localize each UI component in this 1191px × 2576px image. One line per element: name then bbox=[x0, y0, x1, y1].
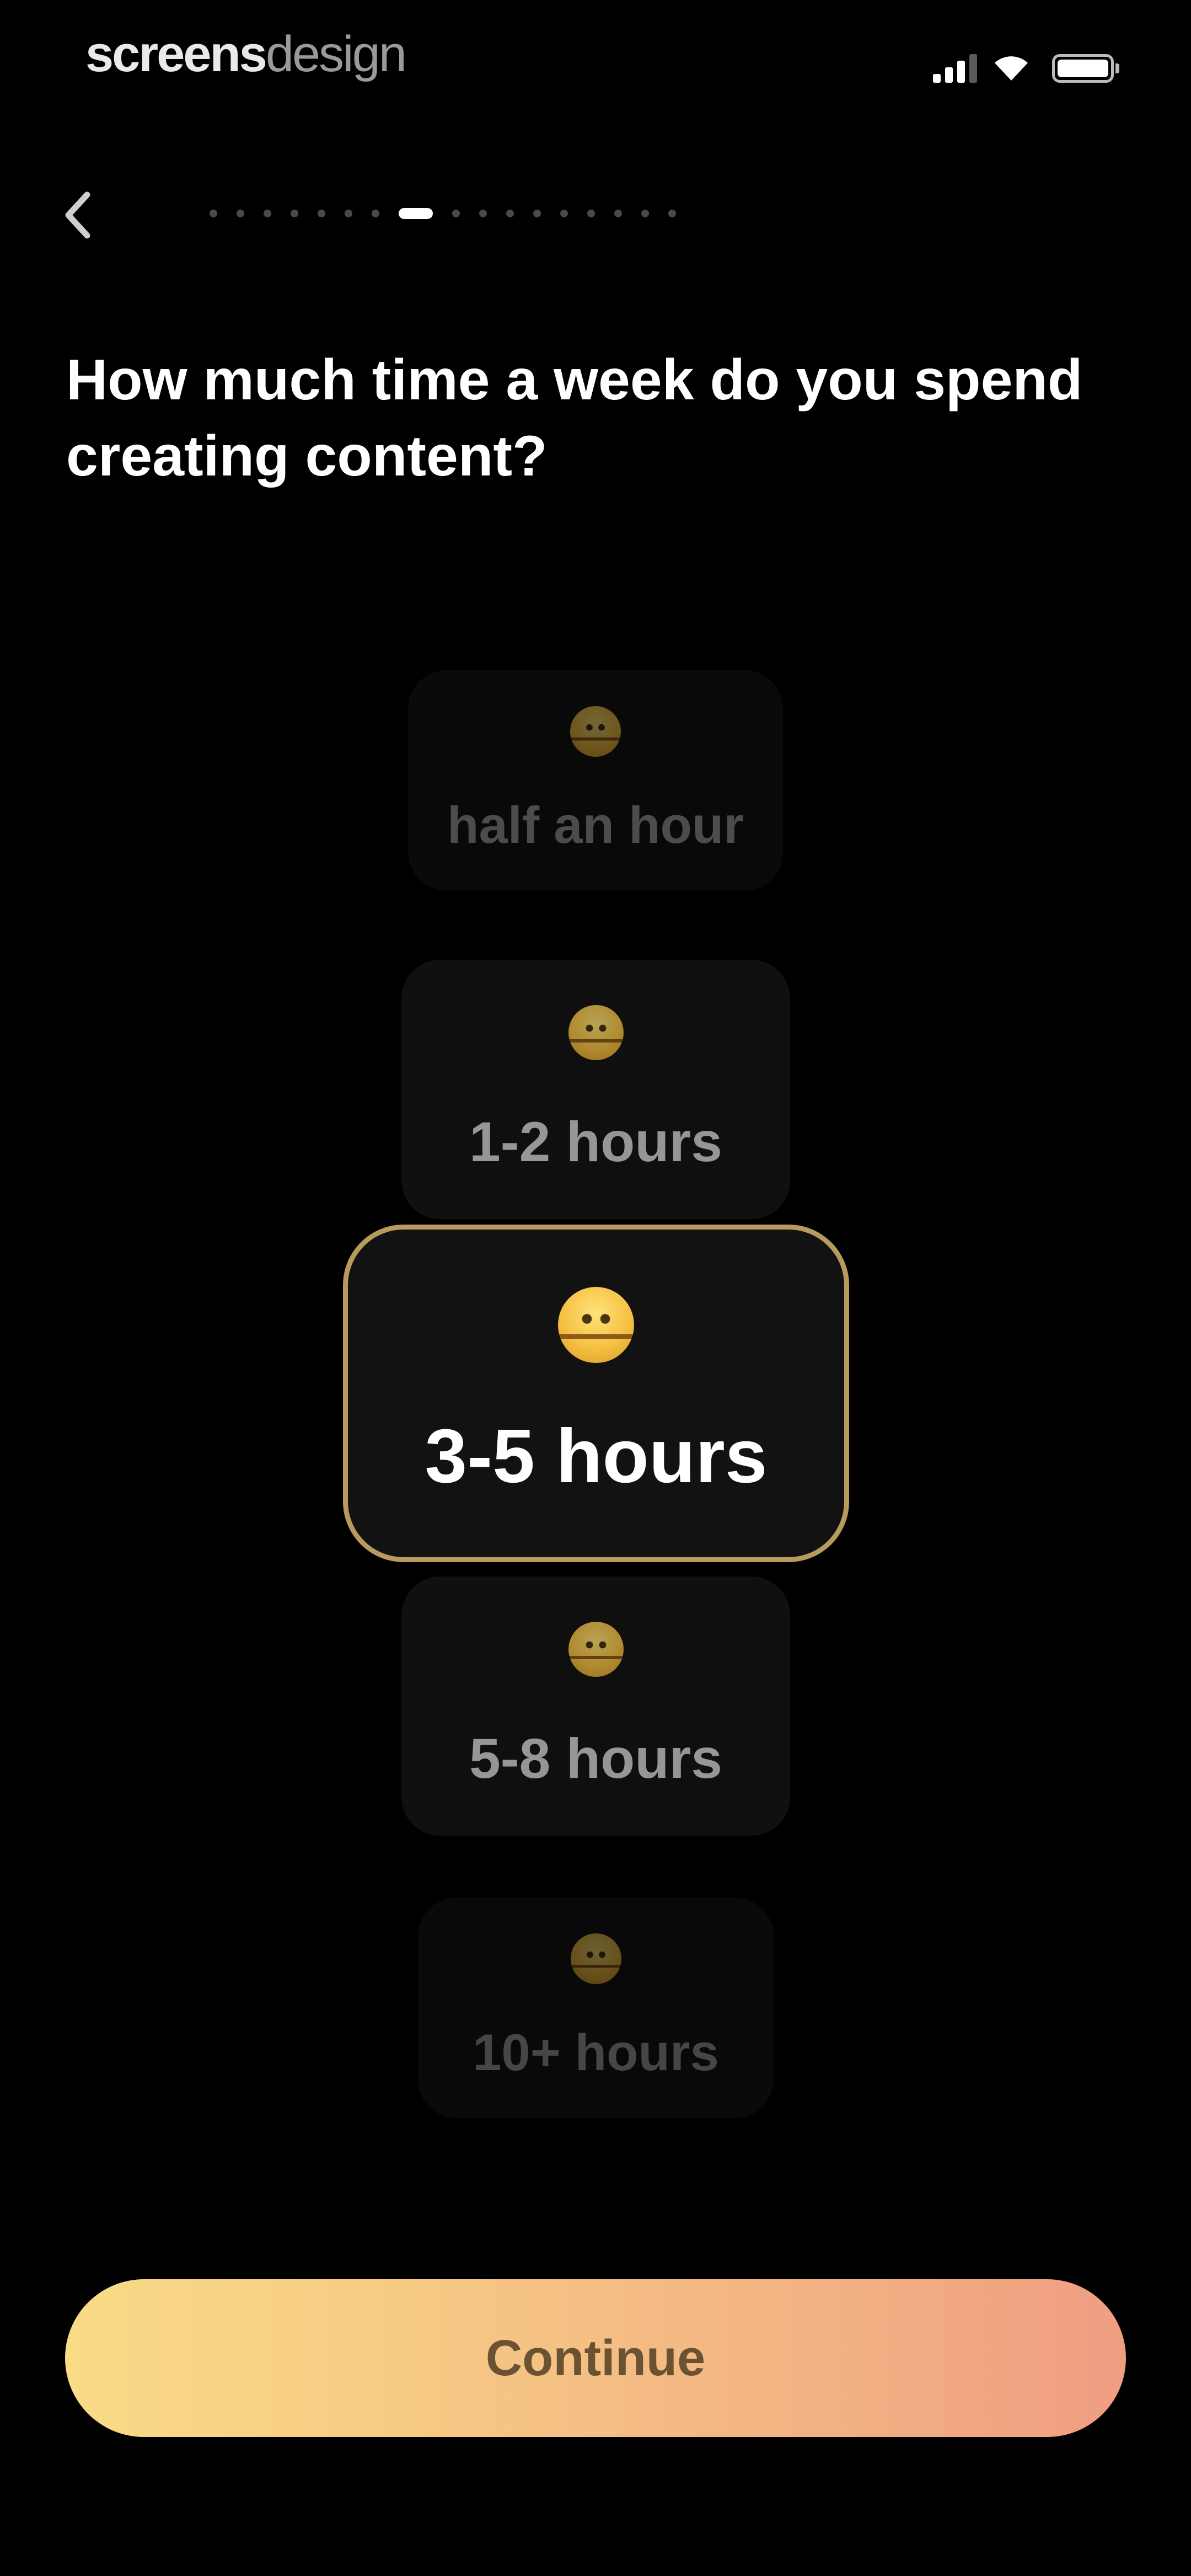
wifi-icon bbox=[995, 56, 1028, 81]
progress-step bbox=[506, 210, 514, 217]
option-half-an-hour[interactable]: half an hour bbox=[408, 670, 783, 891]
option-label: half an hour bbox=[447, 796, 744, 854]
progress-indicator bbox=[210, 205, 783, 222]
option-label: 10+ hours bbox=[473, 2023, 719, 2081]
progress-step-active bbox=[399, 208, 433, 219]
emoji-face-icon bbox=[558, 1286, 634, 1363]
progress-step bbox=[587, 210, 595, 217]
back-button[interactable] bbox=[52, 182, 102, 248]
watermark-light-text: design bbox=[265, 26, 407, 82]
emoji-face-icon bbox=[568, 1004, 624, 1060]
option-label: 1-2 hours bbox=[469, 1110, 723, 1173]
progress-step bbox=[452, 210, 460, 217]
watermark-bold-text: screens bbox=[85, 26, 267, 82]
option-label: 3-5 hours bbox=[425, 1413, 768, 1499]
progress-step bbox=[237, 210, 244, 217]
progress-step bbox=[560, 210, 568, 217]
emoji-face-icon bbox=[570, 706, 621, 757]
progress-step bbox=[264, 210, 271, 217]
option-label: 5-8 hours bbox=[469, 1727, 723, 1790]
progress-step bbox=[668, 210, 676, 217]
option-5-8-hours[interactable]: 5-8 hours bbox=[401, 1576, 790, 1836]
progress-step bbox=[479, 210, 487, 217]
progress-step bbox=[210, 210, 217, 217]
emoji-face-icon bbox=[570, 1933, 621, 1984]
progress-step bbox=[345, 210, 352, 217]
battery-icon bbox=[1052, 54, 1119, 83]
watermark-logo: screensdesign bbox=[85, 25, 407, 83]
progress-step bbox=[614, 210, 622, 217]
signal-icon bbox=[933, 51, 978, 83]
option-3-5-hours-selected[interactable]: 3-5 hours bbox=[343, 1225, 849, 1562]
continue-label: Continue bbox=[485, 2329, 706, 2386]
chevron-left-icon bbox=[65, 191, 90, 239]
option-10-plus-hours[interactable]: 10+ hours bbox=[418, 1898, 774, 2118]
progress-step bbox=[641, 210, 649, 217]
question-title: How much time a week do you spend creati… bbox=[66, 348, 1083, 488]
progress-step bbox=[533, 210, 541, 217]
progress-step bbox=[318, 210, 325, 217]
continue-button[interactable]: Continue bbox=[65, 2279, 1126, 2437]
progress-step bbox=[291, 210, 298, 217]
option-1-2-hours[interactable]: 1-2 hours bbox=[401, 960, 790, 1219]
progress-step bbox=[372, 210, 379, 217]
screen: screensdesign How much time a week do yo… bbox=[0, 0, 1191, 2576]
emoji-face-icon bbox=[568, 1621, 624, 1677]
